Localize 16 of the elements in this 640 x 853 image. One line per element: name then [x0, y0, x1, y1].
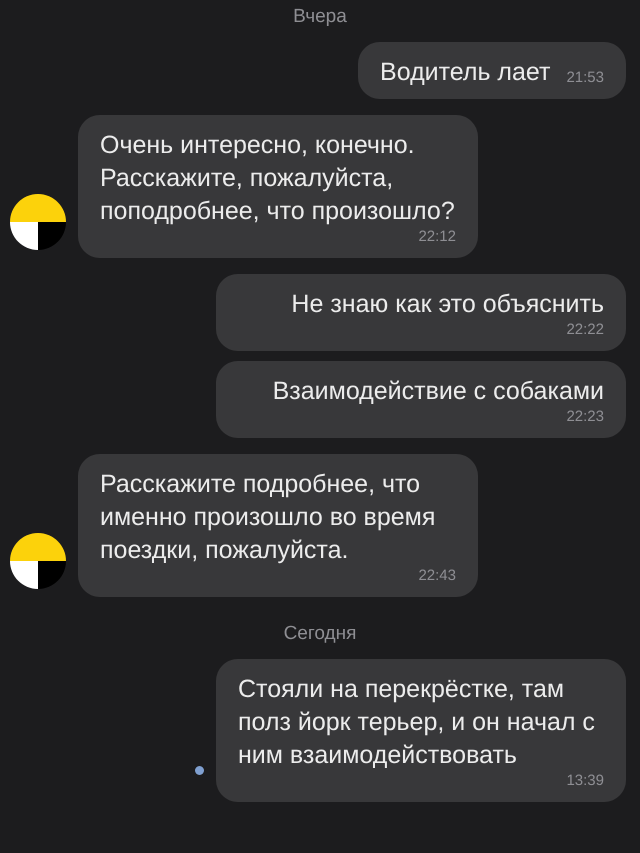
message-time: 22:23 [566, 408, 604, 426]
message-text: Очень интересно, конечно. Расскажите, пожалуйста, поподробнее, что произошло? [100, 130, 456, 227]
message-time: 22:43 [418, 567, 456, 585]
message-time: 22:12 [418, 228, 456, 246]
message-time: 21:53 [566, 69, 604, 87]
message-text: Не знаю как это объяснить [291, 289, 604, 320]
date-separator: Сегодня [284, 623, 356, 645]
message-text: Взаимодействие с собаками [272, 376, 604, 407]
avatar-icon [10, 194, 66, 250]
message-time: 22:22 [566, 321, 604, 339]
message-text: Расскажите подробнее, что именно произошло во время поездки, пожалуйста. [100, 469, 436, 566]
message-text: Стояли на перекрёстке, там полз йорк терьер, и он начал с ним взаимодействовать [238, 674, 596, 771]
date-separator: Вчера [293, 6, 347, 28]
message-text: Водитель лает [380, 57, 550, 88]
message-time: 13:39 [566, 772, 604, 790]
avatar-icon [10, 533, 66, 589]
